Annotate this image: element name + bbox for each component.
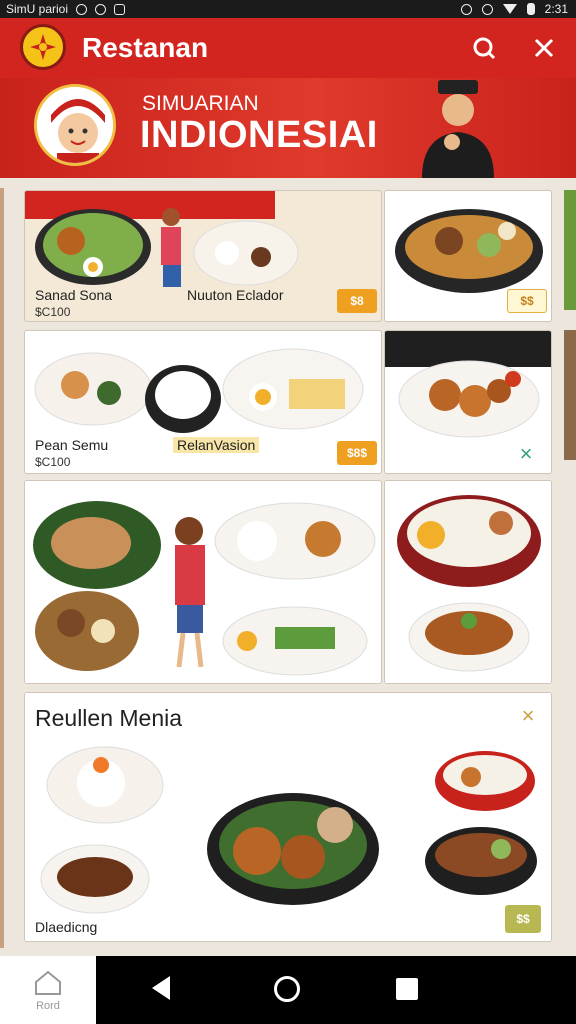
edge-card xyxy=(564,190,576,310)
dish-illustration xyxy=(33,501,376,676)
item-name: Dlaedicng xyxy=(35,919,98,935)
price-badge[interactable]: $8$ xyxy=(337,441,377,465)
menu-card-pean-semu[interactable]: Pean Semu $C100 RelanVasion $8$ xyxy=(24,330,382,474)
section-title: Reullen Menia xyxy=(35,705,183,731)
app-bar: Restanan xyxy=(0,18,576,78)
price-badge[interactable]: $$ xyxy=(505,905,541,933)
battery-icon xyxy=(526,3,535,15)
dish-illustration xyxy=(35,208,299,287)
location-icon xyxy=(460,3,472,15)
item-name: RelanVasion xyxy=(173,437,260,453)
dish-illustration xyxy=(397,495,541,672)
hero-title: INDIONESIAI xyxy=(140,114,378,156)
search-button[interactable] xyxy=(466,30,502,66)
hero-subtitle: SIMUARIAN xyxy=(142,92,259,115)
item-price: $C100 xyxy=(35,305,71,319)
app-title: Restanan xyxy=(82,32,209,63)
home-tab[interactable]: Rord xyxy=(0,956,96,1024)
notification-icon xyxy=(114,3,126,15)
wifi-icon xyxy=(502,4,517,14)
navigation-bar: Rord xyxy=(0,956,576,1024)
menu-card-rice-bowl[interactable] xyxy=(384,480,552,684)
status-bar: SimU parioi 2:31 xyxy=(0,0,576,18)
home-icon xyxy=(35,970,61,995)
edge-card xyxy=(564,330,576,460)
dish-illustration xyxy=(398,360,540,438)
dish-illustration xyxy=(395,209,543,293)
alarm-icon xyxy=(76,3,88,15)
menu-card-fried-chicken[interactable]: × xyxy=(384,330,552,474)
app-logo xyxy=(20,24,66,70)
item-price: $C100 xyxy=(35,455,71,469)
close-icon xyxy=(534,38,554,58)
menu-card-sanad-sona[interactable]: Sanad Sona $C100 Nuuton Eclador $8 xyxy=(24,190,382,322)
settings-icon xyxy=(481,3,493,15)
close-button[interactable] xyxy=(526,30,562,66)
clock: 2:31 xyxy=(544,2,568,16)
recommended-menu-card[interactable]: Reullen Menia × Dlaedicng $$ xyxy=(24,692,552,942)
price-badge[interactable]: $8 xyxy=(337,289,377,313)
sync-icon xyxy=(95,3,107,15)
carrier-label: SimU parioi xyxy=(6,2,69,16)
edge-card xyxy=(0,188,4,948)
search-icon xyxy=(473,37,496,60)
home-tab-label: Rord xyxy=(36,1000,60,1012)
close-icon[interactable]: × xyxy=(515,443,537,465)
dish-illustration xyxy=(34,348,364,433)
menu-content[interactable]: Sanad Sona $C100 Nuuton Eclador $8 $$ Pe… xyxy=(0,178,576,956)
price-badge[interactable]: $$ xyxy=(507,289,547,313)
menu-card-bowl[interactable]: $$ xyxy=(384,190,552,322)
hero-banner: SIMUARIAN INDIONESIAI xyxy=(0,78,576,178)
close-icon[interactable]: × xyxy=(517,705,539,727)
item-name: Nuuton Eclador xyxy=(187,287,284,303)
mascot-avatar xyxy=(34,84,116,166)
home-circle-icon[interactable] xyxy=(274,976,300,1002)
dish-illustration xyxy=(40,746,537,914)
back-icon[interactable] xyxy=(152,976,170,1000)
recents-icon[interactable] xyxy=(396,978,418,1000)
chef-illustration xyxy=(408,78,508,178)
item-name: Pean Semu xyxy=(35,437,109,453)
item-name: Sanad Sona xyxy=(35,287,113,303)
menu-card-platter[interactable] xyxy=(24,480,382,684)
